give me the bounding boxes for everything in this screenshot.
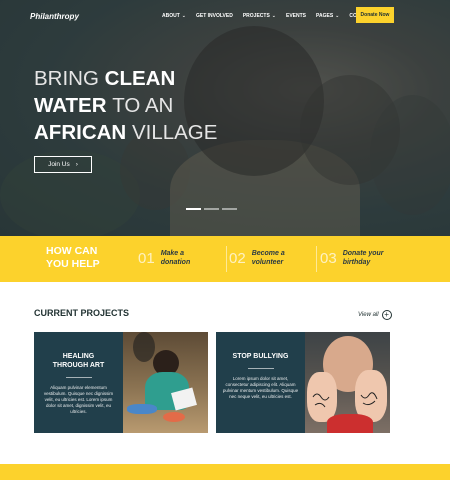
join-us-button[interactable]: Join Us › [34, 156, 92, 173]
main-nav: ABOUT ⌄ GET INVOLVED PROJECTS ⌄ EVENTS PAG… [162, 13, 383, 19]
slider-dot-2[interactable] [204, 208, 219, 210]
help-item-line: donation [160, 259, 191, 266]
nav-item-projects[interactable]: PROJECTS ⌄ [243, 13, 276, 19]
slider-dots [186, 208, 237, 210]
help-item-number: 02 [229, 249, 246, 267]
help-item-birthday[interactable]: 03 Donate your birthday [320, 249, 384, 267]
help-item-label: Become a volunteer [252, 249, 285, 267]
help-item-label: Make a donation [161, 249, 191, 267]
help-band: HOW CAN YOU HELP 01 Make a donation 02 B… [0, 236, 450, 282]
help-item-line: Make a [160, 250, 185, 257]
divider [65, 377, 92, 378]
chevron-down-icon: ⌄ [181, 13, 186, 19]
divider [226, 246, 227, 272]
view-all-label: View all [358, 312, 379, 318]
project-card-text: Aliquam pulvinar elementum vestibulum. Q… [43, 385, 114, 414]
help-item-line: volunteer [251, 259, 284, 266]
headline-word: AFRICAN [34, 121, 127, 144]
chevron-down-icon: ⌄ [335, 13, 340, 19]
help-item-donation[interactable]: 01 Make a donation [138, 249, 190, 267]
help-item-volunteer[interactable]: 02 Become a volunteer [229, 249, 285, 267]
help-title-line: HOW CAN [46, 245, 98, 257]
projects-heading: CURRENT PROJECTS [34, 308, 130, 318]
project-card-title: HEALING THROUGH ART [39, 352, 118, 370]
nav-item-label: PROJECTS [242, 13, 270, 19]
help-item-number: 03 [320, 249, 337, 267]
headline-word: CLEAN [104, 67, 176, 90]
photo-bowl [163, 412, 185, 422]
divider [247, 368, 274, 369]
hero-section: Philanthropy ABOUT ⌄ GET INVOLVED PROJECT… [0, 0, 450, 236]
headline-word: BRING [34, 67, 99, 90]
help-item-line: Become a [251, 250, 285, 257]
headline-word: WATER [34, 94, 107, 117]
nav-item-pages[interactable]: PAGES ⌄ [316, 13, 339, 19]
project-card-healing[interactable]: HEALING THROUGH ART Aliquam pulvinar ele… [34, 332, 208, 433]
photo-hand-writing [312, 392, 378, 408]
help-title: HOW CAN YOU HELP [46, 245, 100, 271]
project-card-text: Lorem ipsum dolor sit amet, consectetur … [222, 376, 299, 399]
join-us-label: Join Us [48, 161, 70, 168]
project-title-line: HEALING [62, 353, 95, 360]
divider [316, 246, 317, 272]
headline-word: VILLAGE [131, 121, 218, 144]
project-card-bullying[interactable]: STOP BULLYING Lorem ipsum dolor sit amet… [216, 332, 390, 433]
nav-item-events[interactable]: EVENTS [286, 13, 306, 19]
footer-strip [0, 464, 450, 480]
nav-item-label: GET INVOLVED [195, 13, 233, 19]
project-card-image [305, 332, 390, 433]
project-card-image [123, 332, 208, 433]
photo-paper [171, 387, 197, 411]
nav-item-about[interactable]: ABOUT ⌄ [162, 13, 186, 19]
project-card-title: STOP BULLYING [221, 352, 300, 361]
help-title-line: YOU HELP [46, 258, 100, 270]
nav-item-label: ABOUT [162, 13, 180, 19]
project-card-panel: STOP BULLYING Lorem ipsum dolor sit amet… [216, 332, 305, 433]
help-item-label: Donate your birthday [343, 249, 384, 267]
slider-dot-1[interactable] [186, 208, 201, 210]
photo-figure [133, 332, 155, 362]
project-card-panel: HEALING THROUGH ART Aliquam pulvinar ele… [34, 332, 123, 433]
nav-item-label: PAGES [316, 13, 334, 19]
slider-dot-3[interactable] [222, 208, 237, 210]
project-title-line: STOP BULLYING [232, 353, 289, 360]
help-item-number: 01 [138, 249, 155, 267]
help-item-line: Donate your [342, 250, 384, 257]
site-logo[interactable]: Philanthropy [30, 12, 79, 21]
project-title-line: THROUGH ART [52, 362, 105, 369]
chevron-down-icon: ⌄ [271, 13, 276, 19]
headline-word: TO AN [112, 94, 174, 117]
view-all-link[interactable]: View all + [358, 310, 392, 320]
photo-bowl [127, 404, 157, 414]
plus-circle-icon: + [381, 310, 392, 320]
hero-headline: BRING CLEAN WATER TO AN AFRICAN VILLAGE [34, 65, 217, 146]
chevron-right-icon: › [75, 161, 78, 168]
nav-item-label: EVENTS [286, 13, 307, 19]
nav-item-get-involved[interactable]: GET INVOLVED [196, 13, 233, 19]
help-item-line: birthday [342, 259, 371, 266]
donate-now-button[interactable]: Donate Now [356, 7, 394, 23]
